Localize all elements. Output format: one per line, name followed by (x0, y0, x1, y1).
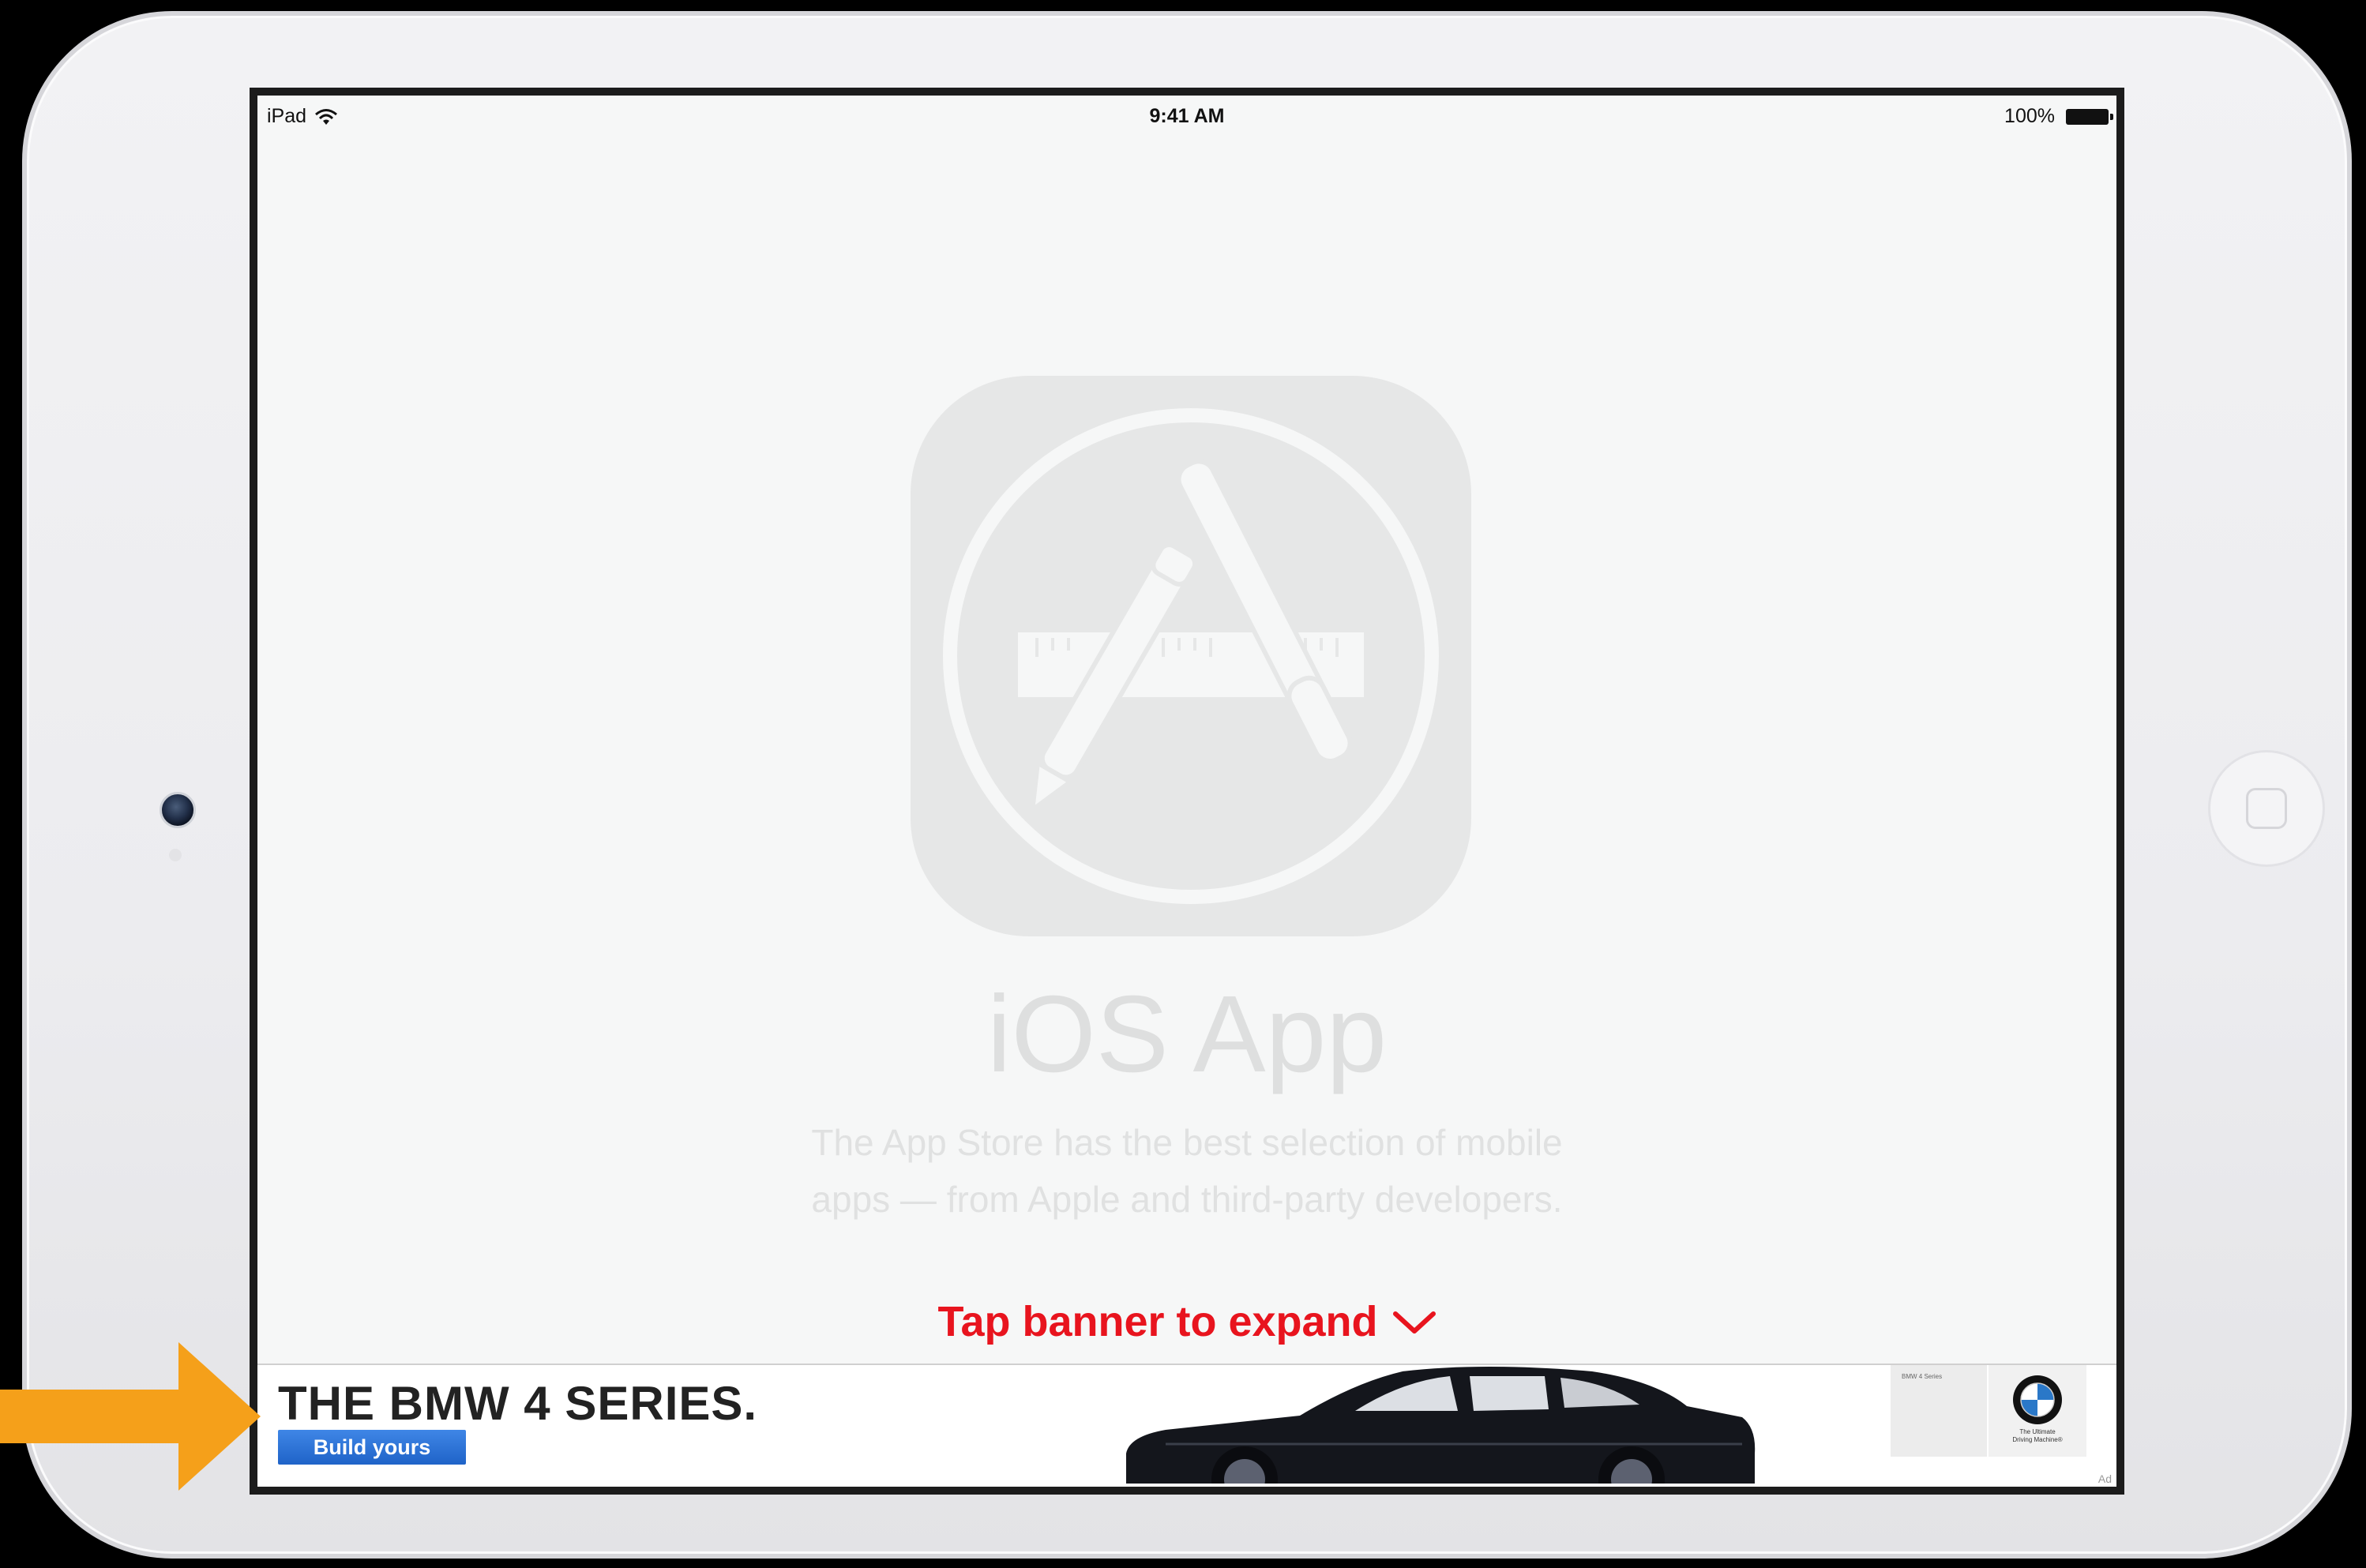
banner-thumbnail-tile: BMW 4 Series (1891, 1365, 1989, 1457)
light-sensor (169, 849, 182, 861)
app-description-line2: apps — from Apple and third-party develo… (811, 1179, 1563, 1220)
ad-banner[interactable]: THE BMW 4 SERIES. Build yours BMW 4 Seri… (257, 1364, 2116, 1487)
home-button-square-icon (2246, 788, 2287, 829)
status-time: 9:41 AM (1149, 105, 1225, 127)
banner-tile-text: BMW 4 Series (1902, 1373, 1943, 1380)
app-store-icon (911, 376, 1471, 936)
tap-banner-hint: Tap banner to expand (257, 1297, 2116, 1346)
arrow-right-icon (0, 1342, 261, 1491)
front-camera (160, 792, 196, 828)
ipad-screen: iPad 9:41 AM 100% iOS App The App Store … (250, 88, 2124, 1495)
app-title: iOS App (986, 973, 1388, 1095)
build-yours-button[interactable]: Build yours (278, 1430, 466, 1465)
bmw-logo-icon (2013, 1375, 2062, 1424)
battery-icon (2066, 108, 2113, 125)
battery-percentage: 100% (2004, 105, 2055, 127)
bmw-tagline-line1: The Ultimate (2019, 1428, 2056, 1435)
chevron-down-icon (1392, 1311, 1436, 1334)
home-button[interactable] (2208, 750, 2325, 867)
car-image (1126, 1367, 1756, 1484)
app-description: The App Store has the best selection of … (257, 1114, 2116, 1228)
banner-headline: THE BMW 4 SERIES. (278, 1377, 758, 1430)
tap-banner-hint-text: Tap banner to expand (937, 1298, 1378, 1345)
ad-label: Ad (2097, 1472, 2112, 1485)
bmw-tagline: The Ultimate Driving Machine® (1989, 1428, 2086, 1444)
app-description-line1: The App Store has the best selection of … (811, 1122, 1563, 1163)
bmw-logo-tile: The Ultimate Driving Machine® (1989, 1365, 2086, 1457)
status-bar: iPad 9:41 AM 100% (257, 96, 2116, 133)
bmw-tagline-line2: Driving Machine® (2012, 1436, 2063, 1443)
